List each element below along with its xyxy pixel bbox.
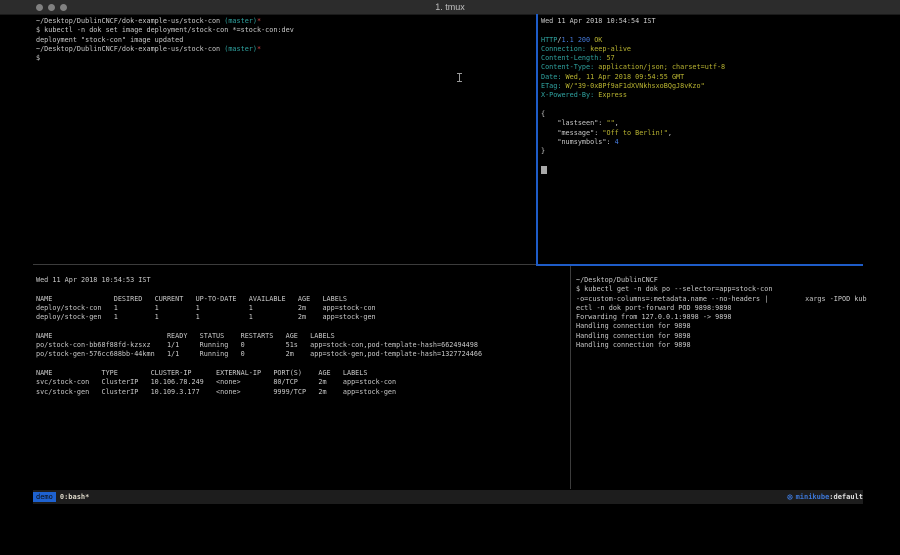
terminal-line [541,101,881,110]
terminal-line: HTTP/1.1 200 OK [541,36,881,45]
terminal-line: Wed 11 Apr 2018 10:54:53 IST [36,276,566,285]
pane-top-left[interactable]: ~/Desktop/DublinCNCF/dok-example-us/stoc… [36,17,534,265]
pane-bottom-left[interactable]: Wed 11 Apr 2018 10:54:53 IST NAME DESIRED… [36,276,566,488]
mouse-cursor-ibeam-icon [456,72,463,83]
close-button[interactable] [36,4,43,11]
terminal-line: ~/Desktop/DublinCNCF/dok-example-us/stoc… [36,45,534,54]
kube-context: minikube [796,493,830,501]
terminal-line [541,156,881,165]
session-name-badge[interactable]: demo [33,492,56,502]
terminal-window: 1. tmux ~/Desktop/DublinCNCF/dok-example… [0,0,900,555]
terminal-line: Content-Length: 57 [541,54,881,63]
terminal-line: Handling connection for 9898 [576,332,876,341]
terminal-line: Connection: keep-alive [541,45,881,54]
terminal-line: ~/Desktop/DublinCNCF [576,276,876,285]
terminal-line: Forwarding from 127.0.0.1:9898 -> 9898 [576,313,876,322]
terminal-line [36,322,566,331]
terminal-line: NAME TYPE CLUSTER-IP EXTERNAL-IP PORT(S)… [36,369,566,378]
kube-namespace: :default [829,493,863,501]
terminal-line: "numsymbols": 4 [541,138,881,147]
terminal-line: $ kubectl -n dok set image deployment/st… [36,26,534,35]
terminal-line: ~/Desktop/DublinCNCF/dok-example-us/stoc… [36,17,534,26]
terminal-line [36,360,566,369]
terminal-line: X-Powered-By: Express [541,91,881,100]
pane-divider-horizontal-right-active[interactable] [536,264,863,266]
terminal-line: $ kubectl get -n dok po --selector=app=s… [576,285,876,294]
minimize-button[interactable] [48,4,55,11]
window-tab[interactable]: 0:bash* [60,493,90,501]
terminal-line: Handling connection for 9898 [576,341,876,350]
window-title: 1. tmux [0,0,900,14]
terminal-line: NAME DESIRED CURRENT UP-TO-DATE AVAILABL… [36,295,566,304]
terminal-line: po/stock-con-bb68f88fd-kzsxz 1/1 Running… [36,341,566,350]
terminal-line: } [541,147,881,156]
terminal-line [541,166,881,175]
terminal-line: svc/stock-con ClusterIP 10.106.78.249 <n… [36,378,566,387]
terminal-line [541,26,881,35]
terminal-line: ETag: W/"39-0xBPf9aF1dXVNkhsxoBQgJ8vKzo" [541,82,881,91]
terminal-line: deploy/stock-gen 1 1 1 1 2m app=stock-ge… [36,313,566,322]
terminal-line [36,285,566,294]
terminal-line: $ [36,54,534,63]
kubernetes-icon: ☸ [786,493,793,502]
terminal-line: NAME READY STATUS RESTARTS AGE LABELS [36,332,566,341]
status-right: ☸ minikube :default [786,493,863,502]
terminal-line: -o=custom-columns=:metadata.name --no-he… [576,295,876,304]
terminal-line: deploy/stock-con 1 1 1 1 2m app=stock-co… [36,304,566,313]
terminal-line: Content-Type: application/json; charset=… [541,63,881,72]
window-titlebar[interactable]: 1. tmux [0,0,900,15]
terminal-line: Handling connection for 9898 [576,322,876,331]
pane-divider-vertical-top[interactable] [536,14,538,266]
terminal-line: Date: Wed, 11 Apr 2018 09:54:55 GMT [541,73,881,82]
terminal-line: "lastseen": "", [541,119,881,128]
traffic-lights [36,4,67,11]
pane-divider-vertical-bottom[interactable] [570,266,571,489]
pane-bottom-right[interactable]: ~/Desktop/DublinCNCF$ kubectl get -n dok… [576,276,876,488]
terminal-line: { [541,110,881,119]
terminal-line: svc/stock-gen ClusterIP 10.109.3.177 <no… [36,388,566,397]
pane-divider-horizontal-left[interactable] [33,264,536,265]
terminal-line: ectl -n dok port-forward POD 9898:9898 [576,304,876,313]
terminal-line: deployment "stock-con" image updated [36,36,534,45]
zoom-button[interactable] [60,4,67,11]
pane-top-right[interactable]: Wed 11 Apr 2018 10:54:54 IST HTTP/1.1 200… [541,17,881,265]
tmux-status-bar: demo 0:bash* ☸ minikube :default [33,490,863,504]
terminal-line: po/stock-gen-576cc688bb-44kmn 1/1 Runnin… [36,350,566,359]
terminal-line: "message": "Off to Berlin!", [541,129,881,138]
terminal-line: Wed 11 Apr 2018 10:54:54 IST [541,17,881,26]
